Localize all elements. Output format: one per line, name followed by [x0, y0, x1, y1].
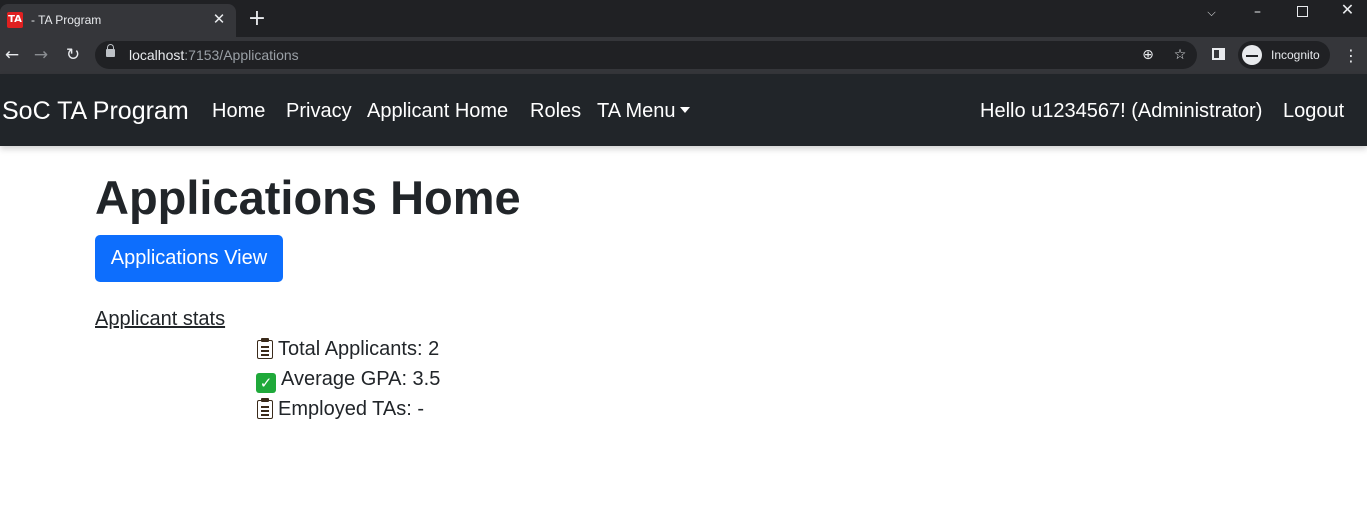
clipboard-icon: [256, 338, 274, 359]
side-panel-icon[interactable]: [1212, 48, 1225, 60]
nav-dropdown-ta-menu[interactable]: TA Menu: [597, 99, 690, 123]
page-title: Applications Home: [95, 171, 521, 224]
browser-menu-icon[interactable]: ⋮: [1343, 46, 1359, 66]
user-greeting: Hello u1234567! (Administrator): [980, 100, 1263, 122]
stat-employed-tas: Employed TAs: -: [256, 397, 424, 421]
nav-link-privacy[interactable]: Privacy: [286, 99, 352, 123]
clipboard-icon: [256, 398, 274, 419]
stat-text: Average GPA: 3.5: [281, 368, 441, 390]
stat-text: Total Applicants: 2: [278, 338, 440, 360]
caret-down-icon: [679, 107, 690, 114]
ta-menu-label: TA Menu: [597, 100, 676, 122]
site-navbar: SoC TA Program Home Privacy Applicant Ho…: [0, 74, 1367, 146]
new-tab-icon[interactable]: +: [246, 8, 268, 30]
applicant-stats-heading: Applicant stats: [95, 308, 226, 330]
tab-strip: TA - TA Program ✕ + ⌵ – ✕: [0, 0, 1367, 37]
browser-chrome: TA - TA Program ✕ + ⌵ – ✕ ← → ↻ localhos…: [0, 0, 1367, 74]
nav-link-home[interactable]: Home: [212, 99, 265, 123]
bookmark-star-icon[interactable]: ☆: [1171, 46, 1189, 64]
tab-title: - TA Program: [31, 13, 102, 27]
nav-link-roles[interactable]: Roles: [530, 99, 581, 123]
minimize-icon[interactable]: –: [1235, 4, 1280, 26]
stat-text: Employed TAs: -: [278, 398, 424, 420]
stat-average-gpa: ✓ Average GPA: 3.5: [256, 367, 440, 393]
back-arrow-icon[interactable]: ←: [0, 43, 24, 67]
nav-link-applicant-home[interactable]: Applicant Home: [367, 99, 508, 123]
address-bar[interactable]: localhost:7153/Applications ⊕ ☆: [95, 41, 1197, 69]
brand-link[interactable]: SoC TA Program: [2, 96, 189, 126]
browser-toolbar: ← → ↻ localhost:7153/Applications ⊕ ☆ In…: [0, 37, 1367, 74]
window-close-icon[interactable]: ✕: [1325, 0, 1367, 22]
stat-total-applicants: Total Applicants: 2: [256, 337, 439, 361]
incognito-icon: [1242, 45, 1262, 65]
reload-icon[interactable]: ↻: [61, 43, 85, 67]
maximize-icon[interactable]: [1280, 2, 1325, 24]
tab-close-icon[interactable]: ✕: [210, 11, 228, 29]
lock-icon: [106, 44, 115, 57]
zoom-icon[interactable]: ⊕: [1139, 46, 1157, 64]
check-mark-icon: ✓: [256, 373, 276, 393]
site-favicon-icon: TA: [7, 12, 23, 28]
browser-tab[interactable]: TA - TA Program ✕: [0, 4, 236, 37]
url-text[interactable]: localhost:7153/Applications: [129, 47, 299, 63]
incognito-label: Incognito: [1271, 48, 1320, 62]
applications-view-button[interactable]: Applications View: [95, 235, 283, 282]
forward-arrow-icon[interactable]: →: [29, 43, 53, 67]
logout-link[interactable]: Logout: [1283, 99, 1344, 123]
incognito-badge[interactable]: Incognito: [1238, 41, 1330, 69]
tab-search-icon[interactable]: ⌵: [1189, 6, 1234, 28]
